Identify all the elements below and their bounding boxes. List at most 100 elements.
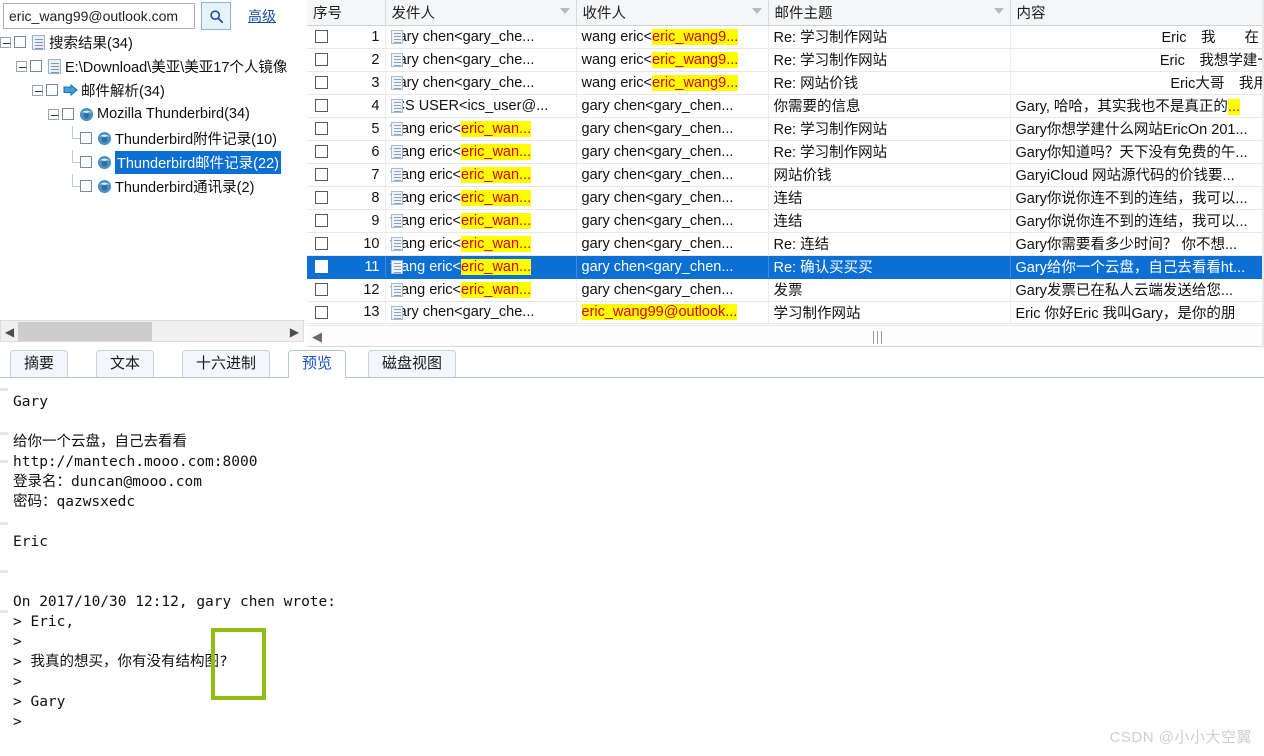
column-header-from[interactable]: 发件人	[385, 0, 577, 26]
tab-1[interactable]: 文本	[96, 350, 155, 377]
tree-checkbox[interactable]	[80, 180, 92, 192]
table-body: 1 gary chen<gary_che... wang eric<eric_wan…	[307, 25, 1264, 324]
mail-document-icon	[390, 190, 403, 205]
table-horizontal-scrollbar[interactable]: ◀	[307, 325, 1264, 347]
row-checkbox[interactable]	[315, 144, 328, 158]
row-checkbox[interactable]	[315, 121, 328, 135]
recipient-highlight: eric_wang9...	[652, 74, 739, 91]
column-header-subj[interactable]: 邮件主题	[768, 0, 1011, 26]
table-row[interactable]: 11 wang eric<eric_wan... gary chen<gary_ch…	[307, 255, 1264, 279]
table-row[interactable]: 7 wang eric<eric_wan... gary chen<gary_che…	[307, 163, 1264, 187]
table-row[interactable]: 12 wang eric<eric_wan... gary chen<gary_ch…	[307, 278, 1264, 302]
row-checkbox[interactable]	[315, 190, 328, 204]
scroll-right-arrow-icon[interactable]: ▶	[286, 322, 303, 342]
mail-document-icon	[390, 305, 403, 320]
tree-item[interactable]: 搜索结果(34)	[0, 30, 306, 54]
row-checkbox[interactable]	[315, 98, 328, 112]
row-checkbox[interactable]	[315, 305, 328, 319]
left-pane-horizontal-scrollbar[interactable]: ◀ ▶	[0, 320, 304, 342]
tree-item[interactable]: Thunderbird通讯录(2)	[0, 174, 306, 198]
splitter-grip-handle[interactable]	[873, 331, 882, 344]
tree-checkbox[interactable]	[62, 108, 74, 120]
cell-recipient: gary chen<gary_chen...	[576, 163, 769, 187]
table-row[interactable]: 3 gary chen<gary_che... wang eric<eric_wan…	[307, 71, 1264, 95]
table-scroll-left-arrow-icon[interactable]: ◀	[310, 328, 324, 346]
table-row[interactable]: 13 gary chen<gary_che... eric_wang99@outlo…	[307, 301, 1264, 324]
thunderbird-icon	[96, 178, 113, 195]
subject-text: Re: 学习制作网站	[773, 145, 888, 161]
row-checkbox[interactable]	[315, 52, 328, 66]
tree-checkbox[interactable]	[14, 36, 26, 48]
table-row[interactable]: 1 gary chen<gary_che... wang eric<eric_wan…	[307, 25, 1264, 49]
tree-item[interactable]: Thunderbird邮件记录(22)	[0, 150, 306, 174]
column-header-body[interactable]: 内容	[1010, 0, 1264, 26]
cell-subject: 你需要的信息	[768, 94, 1011, 118]
tree-expander-icon[interactable]	[32, 84, 43, 96]
mail-document-icon	[390, 213, 403, 228]
filter-dropdown-icon[interactable]	[559, 8, 570, 14]
row-checkbox[interactable]	[315, 236, 328, 250]
subject-text: 发票	[773, 283, 803, 299]
row-index-label: 6	[371, 143, 380, 160]
scroll-left-arrow-icon[interactable]: ◀	[1, 322, 18, 342]
tab-2[interactable]: 十六进制	[182, 350, 271, 377]
scroll-thumb[interactable]	[18, 322, 152, 341]
cell-index: 13	[307, 301, 386, 324]
advanced-search-link[interactable]: 高级	[248, 6, 276, 26]
tree-item-label: Thunderbird通讯录(2)	[115, 179, 255, 196]
subject-text: Re: 学习制作网站	[773, 30, 888, 46]
filter-dropdown-icon[interactable]	[993, 8, 1004, 14]
table-header-row: 序号 发件人 收件人 邮件主题 内容	[307, 0, 1264, 26]
body-text: Gary发票已在私人云端发送给您...	[1015, 283, 1234, 299]
recipient-text: gary chen<gary_chen...	[581, 258, 734, 275]
column-header-to[interactable]: 收件人	[576, 0, 769, 26]
tree-item[interactable]: Thunderbird附件记录(10)	[0, 126, 306, 150]
preview-left-gutter	[0, 378, 8, 756]
row-checkbox[interactable]	[315, 29, 328, 43]
cell-sender: wang eric<eric_wan...	[385, 186, 577, 210]
tree-checkbox[interactable]	[30, 60, 42, 72]
cell-index: 2	[307, 48, 386, 72]
table-row[interactable]: 9 wang eric<eric_wan... gary chen<gary_che…	[307, 209, 1264, 233]
tree-checkbox[interactable]	[46, 84, 58, 96]
table-row[interactable]: 4 ICS USER<ics_user@... gary chen<gary_che…	[307, 94, 1264, 118]
table-row[interactable]: 2 gary chen<gary_che... wang eric<eric_wan…	[307, 48, 1264, 72]
tree-expander-icon[interactable]	[0, 36, 11, 48]
filter-dropdown-icon[interactable]	[751, 8, 762, 14]
column-header-idx[interactable]: 序号	[307, 0, 386, 26]
blue-arrow-icon	[62, 82, 79, 99]
cell-recipient: gary chen<gary_chen...	[576, 94, 769, 118]
recipient-text: gary chen<gary_chen...	[581, 97, 734, 114]
tree-item[interactable]: 邮件解析(34)	[0, 78, 306, 102]
cell-sender: gary chen<gary_che...	[385, 48, 577, 72]
row-checkbox[interactable]	[315, 259, 328, 273]
row-index-label: 11	[364, 258, 380, 275]
table-row[interactable]: 10 wang eric<eric_wan... gary chen<gary_ch…	[307, 232, 1264, 256]
tree-item[interactable]: Mozilla Thunderbird(34)	[0, 102, 306, 126]
row-checkbox[interactable]	[315, 75, 328, 89]
tab-4[interactable]: 磁盘视图	[368, 350, 457, 377]
view-tabs: 摘要 文本 十六进制 预览 磁盘视图	[0, 350, 1264, 378]
sender-text: gary chen<gary_che...	[390, 74, 535, 91]
tree-expander-icon[interactable]	[16, 60, 27, 72]
tree-item[interactable]: E:\Download\美亚\美亚17个人镜像	[0, 54, 306, 78]
table-row[interactable]: 6 wang eric<eric_wan... gary chen<gary_che…	[307, 140, 1264, 164]
tab-3[interactable]: 预览	[288, 350, 347, 378]
recipient-text: gary chen<gary_chen...	[581, 120, 734, 137]
table-row[interactable]: 5 wang eric<eric_wan... gary chen<gary_che…	[307, 117, 1264, 141]
tab-0[interactable]: 摘要	[10, 350, 69, 377]
search-input[interactable]	[3, 3, 195, 29]
cell-subject: 发票	[768, 278, 1011, 302]
search-button[interactable]	[201, 2, 231, 30]
table-row[interactable]: 8 wang eric<eric_wan... gary chen<gary_che…	[307, 186, 1264, 210]
tree-checkbox[interactable]	[80, 132, 92, 144]
tree-expander-icon[interactable]	[48, 108, 59, 120]
row-checkbox[interactable]	[315, 213, 328, 227]
row-checkbox[interactable]	[315, 282, 328, 296]
cell-sender: ICS USER<ics_user@...	[385, 94, 577, 118]
recipient-text: gary chen<gary_chen...	[581, 235, 734, 252]
row-index-label: 1	[371, 28, 380, 45]
recipient-text: wang eric<	[581, 51, 653, 68]
tree-checkbox[interactable]	[80, 156, 92, 168]
row-checkbox[interactable]	[315, 167, 328, 181]
